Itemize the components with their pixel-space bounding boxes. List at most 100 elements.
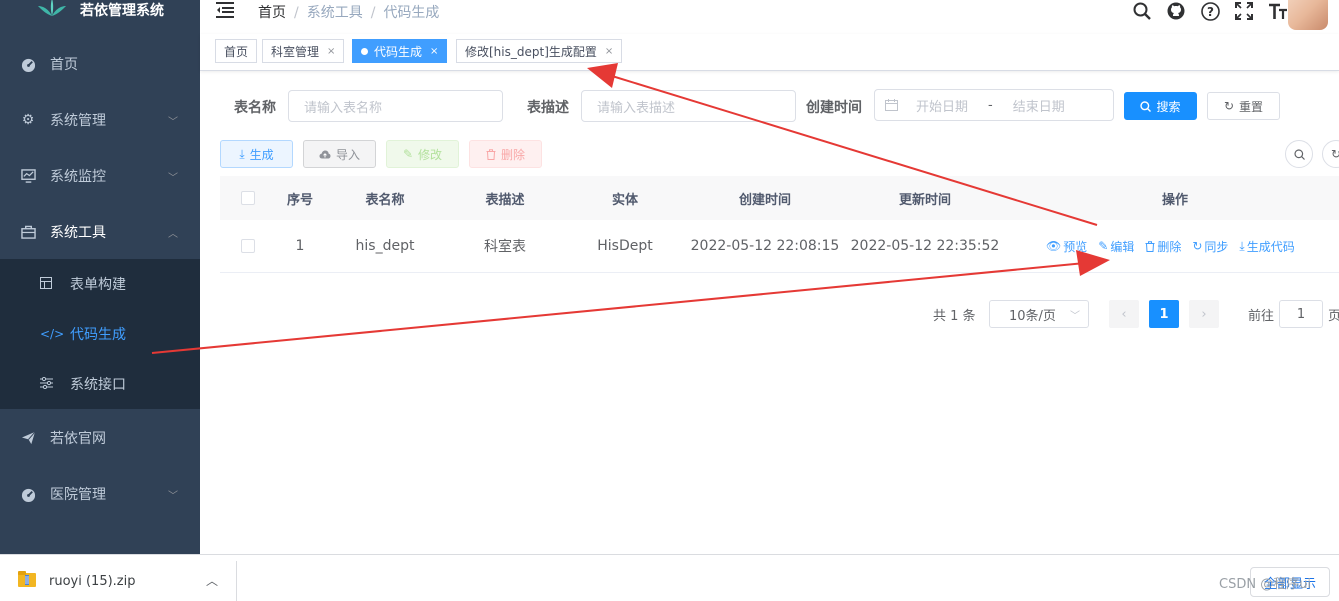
chevron-down-icon: ﹀ xyxy=(168,172,178,184)
gear-icon: ⚙ xyxy=(21,112,35,128)
create-time-range[interactable]: 开始日期 - 结束日期 xyxy=(874,89,1114,121)
sidebar-item-ruoyi-site[interactable]: 若依官网 xyxy=(0,410,200,466)
chevron-left-icon: ‹ xyxy=(1121,306,1127,322)
breadcrumb-current: 代码生成 xyxy=(383,5,440,21)
goto-label: 前往 xyxy=(1248,309,1275,324)
trash-icon xyxy=(486,148,496,160)
page-size-select[interactable]: 10条/页 ﹀ xyxy=(989,300,1089,328)
generate-code-link[interactable]: ⤓ 生成代码 xyxy=(1239,238,1294,255)
preview-link[interactable]: 👁 预览 xyxy=(1046,238,1087,255)
table-name-input[interactable]: 请输入表名称 xyxy=(288,90,503,122)
table-name-placeholder: 请输入表名称 xyxy=(304,100,383,116)
sliders-icon xyxy=(40,376,53,392)
next-page-button[interactable]: › xyxy=(1189,300,1219,328)
modify-button[interactable]: ✎ 修改 xyxy=(386,140,459,168)
page-suffix: 页 xyxy=(1328,309,1339,324)
sidebar-subitem-system-api[interactable]: 系统接口 xyxy=(0,359,200,409)
sidebar-item-hospital-management[interactable]: 医院管理 ﹀ xyxy=(0,466,200,522)
breadcrumb-separator: / xyxy=(294,5,299,21)
search-icon[interactable] xyxy=(1131,0,1153,22)
cell-update-time: 2022-05-12 22:35:52 xyxy=(850,238,1000,254)
fullscreen-icon[interactable] xyxy=(1233,0,1255,22)
goto-page-input[interactable]: 1 xyxy=(1279,300,1323,328)
generate-button[interactable]: ⤓ 生成 xyxy=(220,140,293,168)
download-icon: ⤓ xyxy=(239,146,245,161)
chevron-up-icon[interactable]: ︿ xyxy=(206,572,218,589)
tag-edit-gen-config[interactable]: 修改[his_dept]生成配置 × xyxy=(456,39,623,63)
sync-link[interactable]: ↻ 同步 xyxy=(1192,238,1228,255)
column-header-entity: 实体 xyxy=(611,192,638,208)
tag-label: 修改[his_dept]生成配置 xyxy=(465,44,597,59)
sidebar-item-system-tools[interactable]: 系统工具 ︿ xyxy=(0,204,200,260)
sidebar-item-label: 首页 xyxy=(50,57,78,73)
generate-button-label: 生成 xyxy=(249,147,274,162)
toggle-search-button[interactable] xyxy=(1285,140,1313,168)
breadcrumb-home[interactable]: 首页 xyxy=(258,5,286,21)
page-number-current[interactable]: 1 xyxy=(1149,300,1179,328)
table-header: 序号 表名称 表描述 实体 创建时间 更新时间 操作 xyxy=(220,176,1339,221)
pagination-total: 共 1 条 xyxy=(933,309,976,324)
import-button[interactable]: 导入 xyxy=(303,140,376,168)
github-icon[interactable] xyxy=(1165,0,1187,22)
select-all-checkbox[interactable] xyxy=(241,191,255,205)
sidebar-subitem-label: 系统接口 xyxy=(70,377,126,393)
modify-button-label: 修改 xyxy=(418,147,443,162)
refresh-table-button[interactable]: ↻ xyxy=(1322,140,1339,168)
download-file-name[interactable]: ruoyi (15).zip xyxy=(49,574,135,589)
column-header-table-desc: 表描述 xyxy=(485,192,525,208)
sidebar-logo[interactable]: 若依管理系统 xyxy=(0,0,200,24)
tag-dept-management[interactable]: 科室管理 × xyxy=(262,39,345,63)
tag-label: 代码生成 xyxy=(374,44,423,59)
navbar-icons: ? xyxy=(1131,0,1289,22)
active-dot-icon xyxy=(361,47,368,55)
code-icon: </> xyxy=(40,327,65,341)
edit-icon: ✎ xyxy=(1098,239,1109,253)
pagination: 共 1 条 10条/页 ﹀ ‹ 1 › 前往 1 页 xyxy=(0,300,1339,328)
column-header-create-time: 创建时间 xyxy=(738,192,791,208)
generate-code-label: 生成代码 xyxy=(1246,239,1295,254)
user-avatar[interactable] xyxy=(1288,0,1328,30)
sidebar-item-label: 系统管理 xyxy=(50,113,106,129)
submenu-system-tools: 表单构建 </> 代码生成 系统接口 xyxy=(0,259,200,409)
sidebar-item-home[interactable]: 首页 xyxy=(0,36,200,92)
column-header-operations: 操作 xyxy=(1161,192,1188,208)
tag-home[interactable]: 首页 xyxy=(215,39,258,63)
start-date-placeholder: 开始日期 xyxy=(916,99,969,115)
edit-link[interactable]: ✎ 编辑 xyxy=(1098,238,1134,255)
watermark-text: CSDN @程序ui xyxy=(1219,577,1312,592)
close-icon[interactable]: × xyxy=(327,46,335,57)
sidebar-item-system-monitor[interactable]: 系统监控 ﹀ xyxy=(0,148,200,204)
table-name-label: 表名称 xyxy=(234,100,276,116)
delete-button[interactable]: 删除 xyxy=(469,140,542,168)
cell-table-desc: 科室表 xyxy=(484,239,526,255)
cell-entity: HisDept xyxy=(597,238,653,254)
search-button[interactable]: 搜索 xyxy=(1124,92,1197,120)
preview-label: 预览 xyxy=(1063,239,1088,254)
help-icon[interactable]: ? xyxy=(1199,0,1221,22)
edit-label: 编辑 xyxy=(1110,239,1135,254)
close-icon[interactable]: × xyxy=(605,46,613,57)
table-desc-input[interactable]: 请输入表描述 xyxy=(581,90,796,122)
table-desc-placeholder: 请输入表描述 xyxy=(597,100,676,116)
sidebar-item-system-management[interactable]: ⚙ 系统管理 ﹀ xyxy=(0,92,200,148)
row-checkbox[interactable] xyxy=(241,239,255,253)
breadcrumb-separator: / xyxy=(370,5,376,21)
chevron-right-icon: › xyxy=(1201,306,1207,322)
tag-label: 科室管理 xyxy=(271,44,320,59)
prev-page-button[interactable]: ‹ xyxy=(1109,300,1139,328)
tag-code-gen[interactable]: 代码生成 × xyxy=(352,39,448,63)
refresh-icon: ↻ xyxy=(1192,239,1203,253)
reset-button[interactable]: ↻ 重置 xyxy=(1207,92,1280,120)
refresh-icon: ↻ xyxy=(1330,147,1339,161)
paper-plane-icon xyxy=(20,430,36,446)
sidebar-item-label: 系统工具 xyxy=(50,225,106,241)
dashboard-icon xyxy=(20,56,36,72)
font-size-icon[interactable] xyxy=(1267,0,1289,22)
sidebar-item-label: 系统监控 xyxy=(50,169,106,185)
close-icon[interactable]: × xyxy=(430,46,438,57)
sidebar: 若依管理系统 首页 ⚙ 系统管理 ﹀ 系统监控 ﹀ 系统工具 ︿ 表单构建 </… xyxy=(0,0,200,554)
hamburger-icon[interactable] xyxy=(216,2,234,18)
table-row: 1 his_dept 科室表 HisDept 2022-05-12 22:08:… xyxy=(220,220,1339,273)
delete-link[interactable]: 删除 xyxy=(1145,238,1181,255)
reset-button-label: 重置 xyxy=(1239,99,1264,114)
